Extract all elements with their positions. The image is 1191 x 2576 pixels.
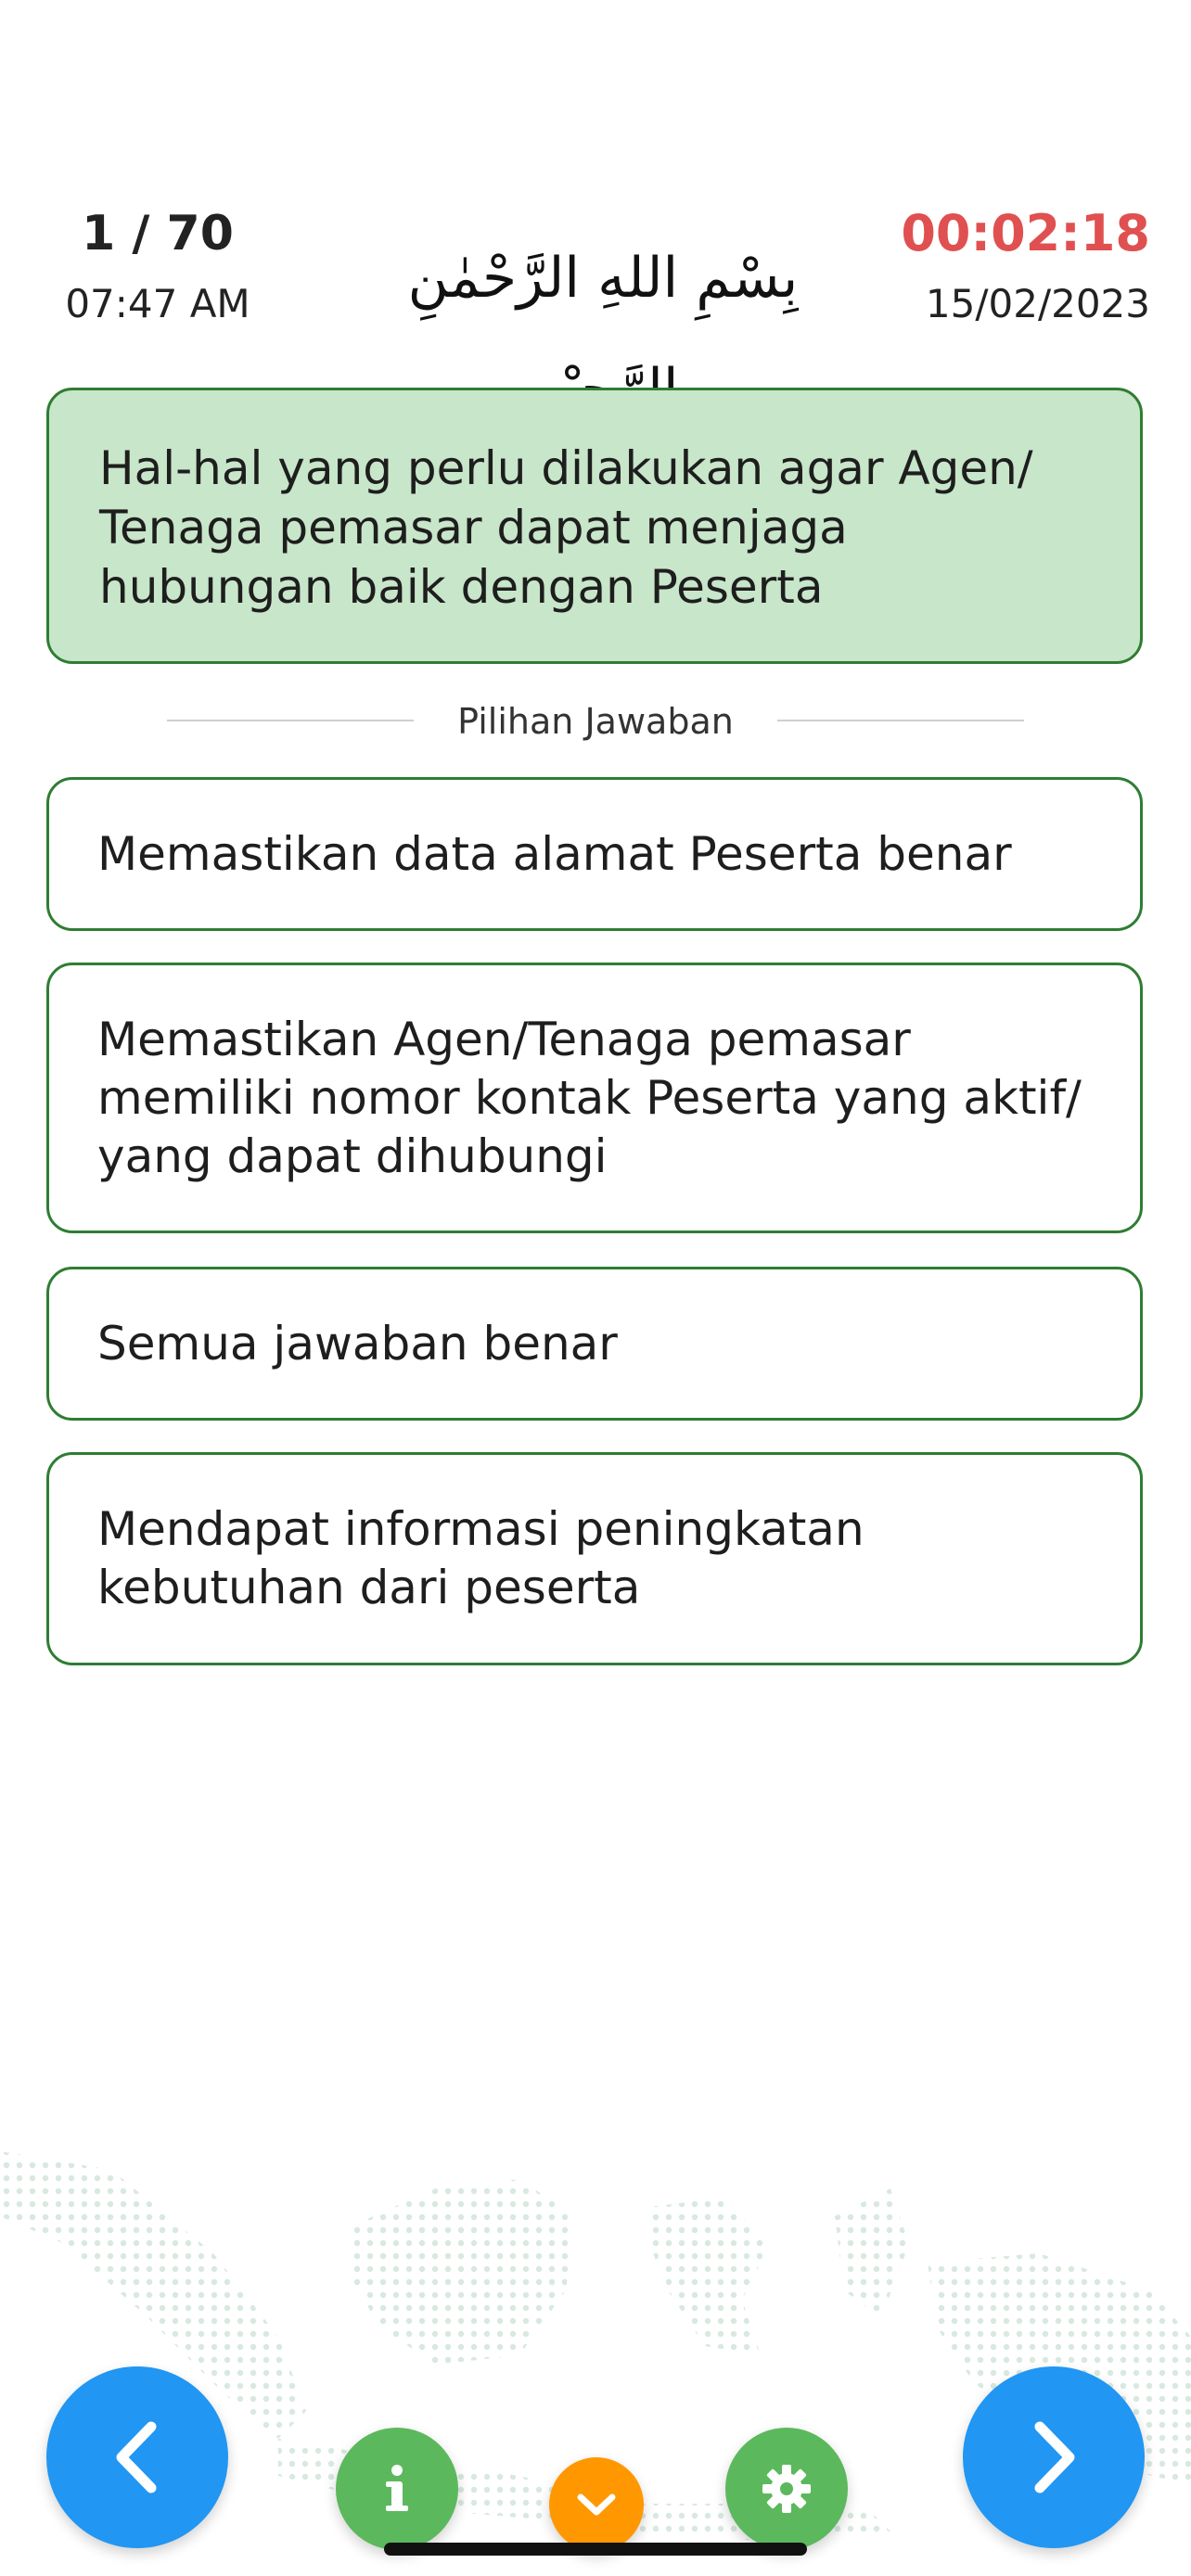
settings-button[interactable] [725, 2428, 848, 2550]
question-counter: 1 / 70 [82, 206, 234, 261]
gear-icon [762, 2465, 811, 2513]
info-button[interactable] [336, 2428, 458, 2550]
answer-option-text: Memastikan Agen/Tenaga pemasar memiliki … [97, 1012, 1082, 1183]
next-question-button[interactable] [963, 2366, 1145, 2548]
quiz-header: 1 / 70 07:47 AM بِسْمِ اللهِ الرَّحْمٰنِ… [0, 195, 1191, 422]
divider-line-left [167, 720, 414, 721]
question-card: Hal-hal yang perlu dilakukan agar Agen/ … [46, 388, 1143, 664]
current-date: 15/02/2023 [925, 281, 1150, 326]
answers-divider: Pilihan Jawaban [0, 695, 1191, 751]
answers-section-label: Pilihan Jawaban [457, 701, 734, 742]
answer-option-text: Mendapat informasi peningkatan kebutuhan… [97, 1502, 864, 1614]
home-indicator [384, 2543, 807, 2556]
previous-question-button[interactable] [46, 2366, 228, 2548]
clock-time: 07:47 AM [65, 281, 250, 326]
chevron-left-icon [116, 2421, 157, 2493]
countdown-timer: 00:02:18 [901, 204, 1150, 262]
collapse-button[interactable] [549, 2457, 644, 2552]
answer-option-text: Memastikan data alamat Peserta benar [97, 826, 1012, 881]
divider-line-right [777, 720, 1024, 721]
chevron-right-icon [1034, 2421, 1075, 2493]
answer-option-3[interactable]: Semua jawaban benar [46, 1267, 1143, 1421]
answer-option-2[interactable]: Memastikan Agen/Tenaga pemasar memiliki … [46, 963, 1143, 1233]
basmalah-calligraphy: بِسْمِ اللهِ الرَّحْمٰنِ الرَّحِيْمِ [407, 246, 799, 422]
answer-option-text: Semua jawaban benar [97, 1316, 618, 1371]
chevron-down-icon [577, 2493, 616, 2516]
answer-option-4[interactable]: Mendapat informasi peningkatan kebutuhan… [46, 1452, 1143, 1665]
answer-option-1[interactable]: Memastikan data alamat Peserta benar [46, 777, 1143, 931]
info-icon [386, 2465, 408, 2511]
